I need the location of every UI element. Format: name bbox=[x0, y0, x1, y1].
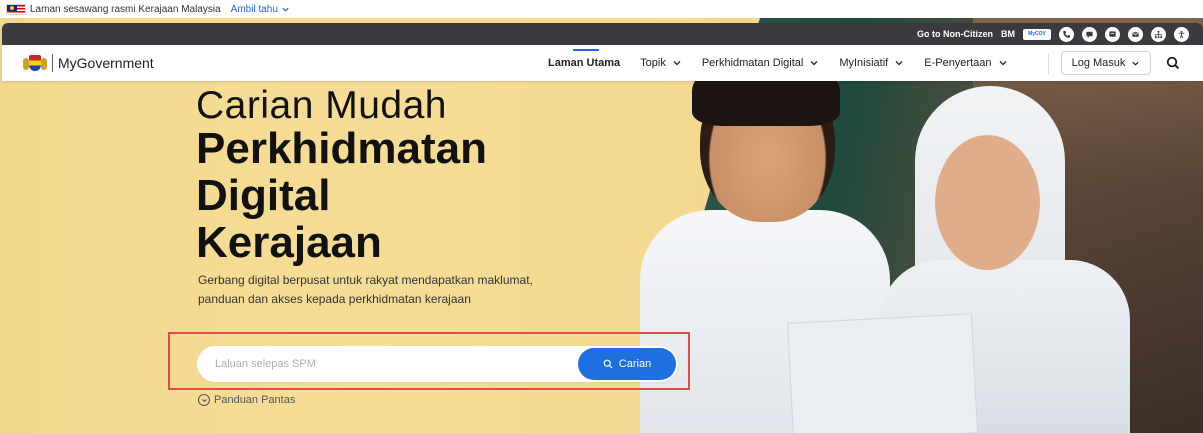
hero-photo-paper bbox=[786, 313, 979, 433]
nav-item-label[interactable]: Topik bbox=[640, 57, 666, 69]
header-search-button[interactable] bbox=[1164, 54, 1182, 72]
site-header: Go to Non-Citizen BM MyCOV MyGovernment … bbox=[2, 23, 1203, 81]
carian-button[interactable]: Carian bbox=[578, 348, 676, 380]
non-citizen-link[interactable]: Go to Non-Citizen bbox=[917, 29, 993, 39]
nav-item-topik[interactable]: Topik bbox=[640, 45, 682, 81]
official-strip-text: Laman sesawang rasmi Kerajaan Malaysia bbox=[30, 3, 221, 15]
mycov-badge[interactable]: MyCOV bbox=[1023, 28, 1051, 40]
malaysia-flag-icon bbox=[6, 3, 26, 15]
nav-item-e-penyertaan[interactable]: E-Penyertaan bbox=[924, 45, 1007, 81]
mail-icon[interactable] bbox=[1128, 26, 1143, 42]
nav-menu: Laman Utama Topik Perkhidmatan Digital M… bbox=[548, 45, 1028, 81]
nav-item-perkhidmatan-digital[interactable]: Perkhidmatan Digital bbox=[702, 45, 820, 81]
official-website-strip: Laman sesawang rasmi Kerajaan Malaysia A… bbox=[0, 0, 1203, 18]
login-button[interactable]: Log Masuk bbox=[1061, 51, 1151, 75]
hero-subtitle: Gerbang digital berpusat untuk rakyat me… bbox=[198, 273, 533, 306]
hero-search-bar: Carian bbox=[197, 346, 678, 382]
sitemap-icon[interactable] bbox=[1151, 26, 1166, 42]
ambil-tahu-label[interactable]: Ambil tahu bbox=[231, 4, 278, 15]
panduan-pantas-link[interactable]: Panduan Pantas bbox=[198, 394, 295, 406]
feedback-icon[interactable] bbox=[1105, 26, 1120, 42]
chevron-down-icon bbox=[999, 61, 1006, 66]
nav-item-myinisiatif[interactable]: MyInisiatif bbox=[839, 45, 904, 81]
chevron-down-circle-icon bbox=[198, 394, 210, 406]
nav-item-label[interactable]: E-Penyertaan bbox=[924, 57, 991, 69]
mygovernment-logo[interactable]: MyGovernment bbox=[22, 52, 154, 74]
nav-item-laman-utama[interactable]: Laman Utama bbox=[548, 45, 620, 81]
nav-item-label[interactable]: Perkhidmatan Digital bbox=[702, 57, 804, 69]
chat-icon[interactable] bbox=[1082, 26, 1097, 42]
phone-icon[interactable] bbox=[1059, 26, 1074, 42]
chevron-down-icon bbox=[1132, 61, 1140, 66]
accessibility-icon[interactable] bbox=[1174, 26, 1189, 42]
chevron-down-icon bbox=[673, 61, 681, 66]
hero-title-light: Carian Mudah bbox=[196, 84, 447, 127]
nav-divider bbox=[1048, 54, 1049, 74]
login-label[interactable]: Log Masuk bbox=[1072, 57, 1126, 69]
hero-title-bold-line-1: Perkhidmatan bbox=[196, 124, 487, 173]
panduan-pantas-label[interactable]: Panduan Pantas bbox=[214, 394, 295, 406]
language-toggle[interactable]: BM bbox=[1001, 29, 1015, 39]
main-navigation: MyGovernment Laman Utama Topik Perkhidma… bbox=[2, 45, 1203, 81]
nav-item-label[interactable]: Laman Utama bbox=[548, 57, 620, 69]
utility-bar: Go to Non-Citizen BM MyCOV bbox=[2, 23, 1203, 45]
hero-search-input[interactable] bbox=[215, 358, 555, 370]
search-icon bbox=[603, 359, 613, 369]
search-icon bbox=[1166, 56, 1180, 70]
hero-title-bold-line-2: Digital bbox=[196, 171, 331, 220]
hero-photo-girl-face bbox=[935, 135, 1040, 270]
coat-of-arms-icon bbox=[22, 52, 48, 74]
chevron-down-icon bbox=[895, 61, 903, 66]
logo-text: MyGovernment bbox=[58, 55, 154, 71]
hero-title-bold-line-3: Kerajaan bbox=[196, 218, 382, 267]
chevron-down-icon bbox=[810, 61, 818, 66]
nav-item-label[interactable]: MyInisiatif bbox=[839, 57, 888, 69]
chevron-down-icon bbox=[282, 7, 289, 12]
carian-label[interactable]: Carian bbox=[619, 358, 651, 370]
ambil-tahu-toggle[interactable]: Ambil tahu bbox=[231, 4, 290, 15]
